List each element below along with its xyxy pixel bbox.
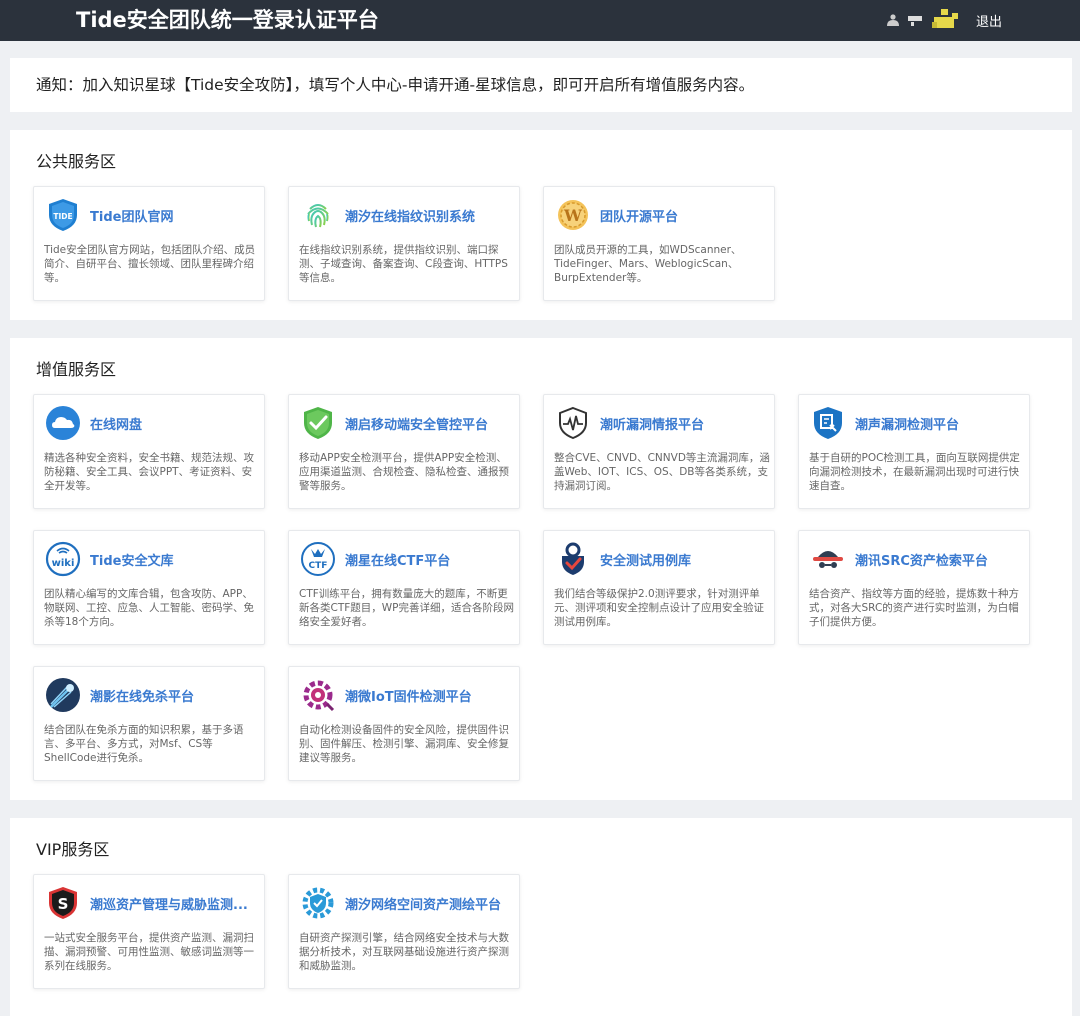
s-shield-icon: S (49, 887, 77, 919)
fingerprint-icon (307, 204, 329, 228)
card-description: 团队成员开源的工具，如WDScanner、TideFinger、Mars、Web… (554, 244, 742, 284)
card-description: 团队精心编写的文库合辑，包含攻防、APP、物联网、工控、应急、人工智能、密码学、… (44, 588, 254, 628)
logout-link[interactable]: 退出 (976, 11, 1002, 30)
svg-text:S: S (58, 895, 69, 913)
section-title: 公共服务区 (36, 152, 117, 171)
svg-text:CTF: CTF (309, 561, 328, 571)
card-title: 潮听漏洞情报平台 (600, 418, 705, 433)
pulse-shield-icon (559, 406, 587, 440)
user-area: 退出 (886, 8, 1002, 32)
service-card-cloud-disk[interactable]: 在线网盘 精选各种安全资料，安全书籍、规范法规、攻防秘籍、安全工具、会议PPT、… (33, 394, 265, 509)
tide-shield-icon: TIDE (49, 199, 77, 231)
test-shield-icon (562, 542, 584, 575)
card-description: CTF训练平台，拥有数量庞大的题库，不断更新各类CTF题目，WP完善详细，适合各… (299, 588, 514, 628)
service-card-wiki[interactable]: wiki Tide安全文库 团队精心编写的文库合辑，包含攻防、APP、物联网、工… (33, 530, 265, 645)
card-description: 基于自研的POC检测工具，面向互联网提供定向漏洞检测技术，在最新漏洞出现时可进行… (809, 452, 1020, 492)
service-card-tide-official[interactable]: TIDE Tide团队官网 Tide安全团队官方网站，包括团队介绍、成员简介、自… (33, 186, 265, 301)
wiki-icon: wiki (45, 541, 81, 577)
public-service-section: 公共服务区 TIDE Tide团队官网 Tide安全团队官方网站，包括团队介绍、… (10, 130, 1072, 320)
svg-text:wiki: wiki (52, 558, 75, 569)
ctf-icon: CTF (301, 542, 335, 576)
hat-icon (813, 551, 843, 568)
svg-text:W: W (563, 206, 583, 225)
section-title: 增值服务区 (36, 360, 117, 379)
service-card-test-cases[interactable]: 安全测试用例库 我们结合等级保护2.0测评要求，针对测评单元、测评项和安全控制点… (543, 530, 775, 645)
card-description: Tide安全团队官方网站，包括团队介绍、成员简介、自研平台、擅长领域、团队里程碑… (44, 244, 256, 284)
service-card-vuln-detect[interactable]: 潮声漏洞检测平台 基于自研的POC检测工具，面向互联网提供定向漏洞检测技术，在最… (798, 394, 1030, 509)
cloud-icon (46, 406, 80, 440)
value-added-service-section: 增值服务区 在线网盘 精选各种安全资料，安全书籍、规范法规、攻防秘籍、安全工具、… (10, 338, 1072, 800)
user-menu-icon[interactable] (907, 14, 922, 26)
card-title: 潮讯SRC资产检索平台 (855, 554, 988, 569)
card-description: 移动APP安全检测平台，提供APP安全检测、应用渠道监测、合规检查、隐私检查、通… (299, 452, 509, 492)
card-title: Tide团队官网 (90, 210, 174, 225)
service-card-ctf[interactable]: CTF 潮星在线CTF平台 CTF训练平台，拥有数量庞大的题库，不断更新各类CT… (288, 530, 520, 645)
card-description: 整合CVE、CNVD、CNNVD等主流漏洞库，涵盖Web、IOT、ICS、OS、… (554, 452, 770, 492)
service-card-cyberspace-mapping[interactable]: 潮汐网络空间资产测绘平台 自研资产探测引擎，结合网络安全技术与大数据分析技术，对… (288, 874, 520, 989)
app-title: Tide安全团队统一登录认证平台 (76, 8, 379, 32)
card-title: 潮汐网络空间资产测绘平台 (345, 898, 502, 913)
service-card-iot-firmware[interactable]: 潮微IoT固件检测平台 自动化检测设备固件的安全风险，提供固件识别、固件解压、检… (288, 666, 520, 781)
section-title: VIP服务区 (36, 840, 110, 859)
comet-icon (46, 678, 80, 712)
card-description: 自研资产探测引擎，结合网络安全技术与大数据分析技术，对互联网基础设施进行资产探测… (299, 932, 509, 972)
vip-service-section: VIP服务区 S 潮巡资产管理与威胁监测... 一站式安全服务平台，提供资产监测… (10, 818, 1072, 1016)
notice-banner: 通知：加入知识星球【Tide安全攻防】，填写个人中心-申请开通-星球信息，即可开… (10, 58, 1072, 112)
service-card-vuln-intel[interactable]: 潮听漏洞情报平台 整合CVE、CNVD、CNNVD等主流漏洞库，涵盖Web、IO… (543, 394, 775, 509)
service-card-mobile-security[interactable]: 潮启移动端安全管控平台 移动APP安全检测平台，提供APP安全检测、应用渠道监测… (288, 394, 520, 509)
card-description: 结合团队在免杀方面的知识积累，基于多语言、多平台、多方式，对Msf、CS等She… (44, 724, 244, 764)
service-card-asset-threat-monitor[interactable]: S 潮巡资产管理与威胁监测... 一站式安全服务平台，提供资产监测、漏洞扫描、漏… (33, 874, 265, 989)
card-description: 自动化检测设备固件的安全风险，提供固件识别、固件解压、检测引擎、漏洞库、安全修复… (299, 724, 509, 764)
service-card-src-assets[interactable]: 潮讯SRC资产检索平台 结合资产、指纹等方面的经验，提炼数十种方式，对各大SRC… (798, 530, 1030, 645)
card-title: 潮影在线免杀平台 (90, 690, 195, 705)
card-description: 结合资产、指纹等方面的经验，提炼数十种方式，对各大SRC的资产进行实时监测，为白… (809, 588, 1019, 628)
card-title: 潮启移动端安全管控平台 (345, 418, 489, 433)
top-navbar: Tide安全团队统一登录认证平台 退出 (0, 0, 1080, 41)
card-title: 潮声漏洞检测平台 (855, 418, 960, 433)
service-card-antivirus-evasion[interactable]: 潮影在线免杀平台 结合团队在免杀方面的知识积累，基于多语言、多平台、多方式，对M… (33, 666, 265, 781)
avatar[interactable] (930, 8, 960, 32)
card-title: 潮汐在线指纹识别系统 (345, 210, 476, 225)
service-card-open-source[interactable]: W 团队开源平台 团队成员开源的工具，如WDScanner、TideFinger… (543, 186, 775, 301)
card-title: 安全测试用例库 (600, 554, 692, 569)
card-title: 在线网盘 (90, 418, 143, 433)
card-description: 精选各种安全资料，安全书籍、规范法规、攻防秘籍、安全工具、会议PPT、考证资料、… (44, 452, 254, 492)
card-title: Tide安全文库 (90, 554, 174, 569)
card-description: 一站式安全服务平台，提供资产监测、漏洞扫描、漏洞预警、可用性监测、敏感词监测等一… (44, 932, 254, 972)
svg-text:TIDE: TIDE (53, 212, 72, 221)
card-title: 潮巡资产管理与威胁监测... (90, 898, 248, 913)
gear-shield-icon (302, 887, 334, 919)
gear-bug-icon (303, 680, 335, 712)
service-card-fingerprint[interactable]: 潮汐在线指纹识别系统 在线指纹识别系统，提供指纹识别、端口探测、子域查询、备案查… (288, 186, 520, 301)
card-description: 我们结合等级保护2.0测评要求，针对测评单元、测评项和安全控制点设计了应用安全验… (554, 588, 764, 628)
scan-shield-icon (814, 407, 842, 439)
shield-check-icon (304, 407, 332, 439)
w-badge-icon: W (558, 200, 588, 230)
user-icon[interactable] (886, 14, 900, 26)
card-title: 团队开源平台 (600, 210, 679, 225)
card-description: 在线指纹识别系统，提供指纹识别、端口探测、子域查询、备案查询、C段查询、HTTP… (299, 244, 508, 284)
card-title: 潮微IoT固件检测平台 (345, 690, 472, 705)
card-title: 潮星在线CTF平台 (345, 554, 451, 569)
